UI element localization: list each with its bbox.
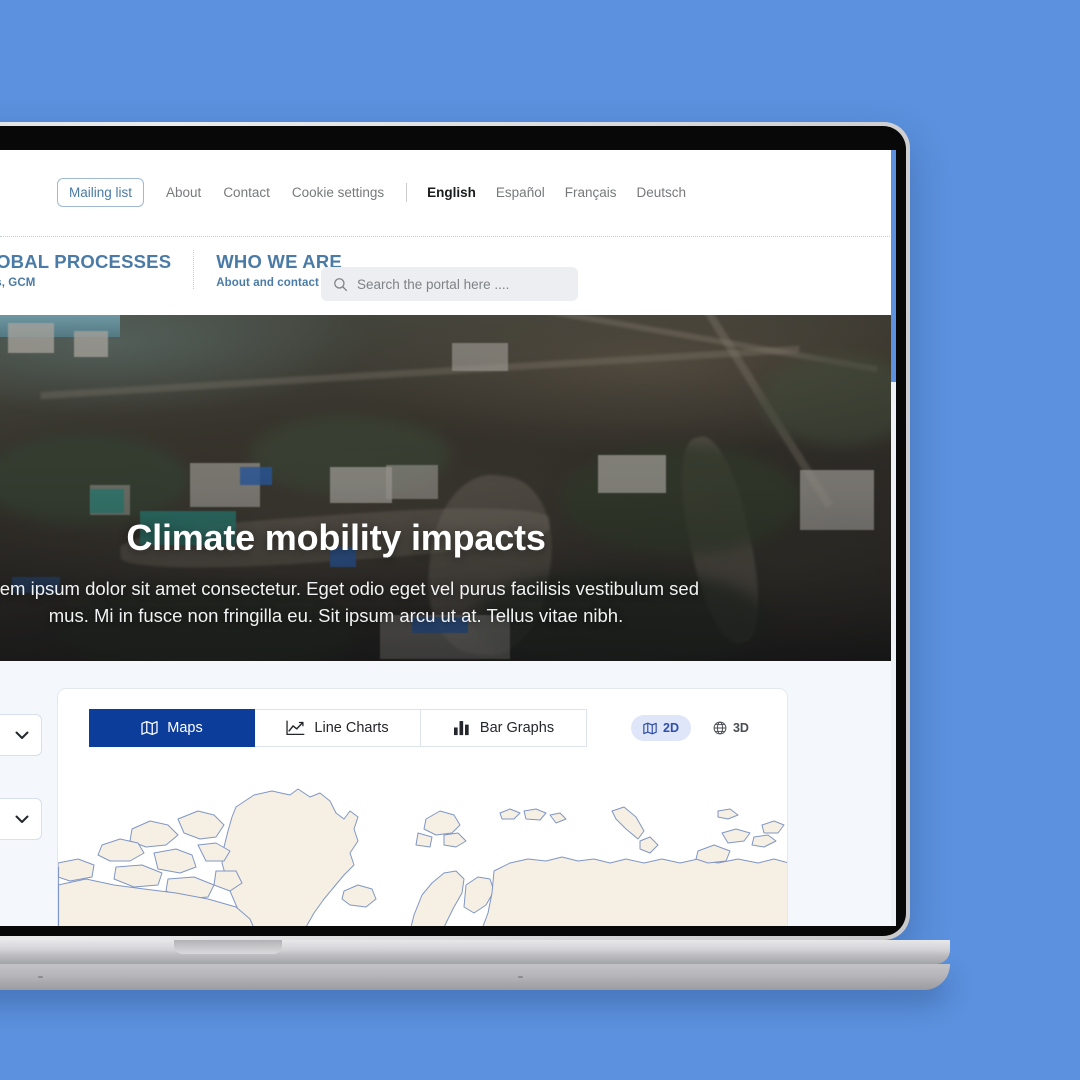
search-icon — [334, 277, 348, 291]
tab-label: Bar Graphs — [479, 720, 555, 736]
laptop-base-lip — [0, 964, 950, 990]
toggle-3d[interactable]: 3D — [701, 715, 761, 741]
page-scrollbar[interactable] — [891, 150, 896, 926]
line-chart-icon — [286, 720, 305, 736]
nav-subtitle: SDGs, GCM — [0, 277, 36, 290]
utility-link-cookie-settings[interactable]: Cookie settings — [292, 185, 384, 200]
utility-nav: Mailing list About Contact Cookie settin… — [57, 178, 686, 207]
scrollbar-thumb[interactable] — [891, 150, 896, 382]
chevron-down-icon — [15, 731, 29, 739]
world-map-svg — [58, 788, 787, 926]
hero-banner: Climate mobility impacts Lorem ipsum dol… — [0, 315, 896, 661]
browser-viewport: PORTAL Mailing list About Contact Cookie… — [0, 150, 896, 926]
base-foot-dot — [38, 976, 43, 978]
panel-header: Maps Line Charts Bar Graphs 2D 3D — [58, 689, 787, 747]
map-icon — [643, 722, 657, 734]
mailing-list-button[interactable]: Mailing list — [57, 178, 145, 207]
globe-icon — [713, 721, 727, 735]
filter-panel — [0, 714, 42, 882]
filter-dropdown-2[interactable] — [0, 798, 42, 840]
toggle-2d[interactable]: 2D — [631, 715, 691, 741]
tab-bar-graphs[interactable]: Bar Graphs — [421, 709, 587, 747]
language-espanol[interactable]: Español — [496, 185, 545, 200]
tab-label: Maps — [167, 720, 203, 736]
map-icon — [141, 720, 158, 736]
hero-title: Climate mobility impacts — [126, 517, 546, 559]
chevron-down-icon — [15, 815, 29, 823]
base-foot-dot — [518, 976, 523, 978]
search-input[interactable]: Search the portal here .... — [321, 267, 578, 301]
nav-item-global-processes[interactable]: GLOBAL PROCESSES SDGs, GCM — [0, 250, 195, 290]
world-map[interactable] — [58, 767, 787, 926]
view-dimension-toggle: 2D 3D — [631, 715, 761, 741]
bar-chart-icon — [453, 721, 469, 736]
toggle-label: 3D — [732, 721, 749, 735]
laptop-base — [0, 940, 950, 964]
nav-title: GLOBAL PROCESSES — [0, 251, 172, 272]
search-placeholder: Search the portal here .... — [357, 276, 510, 292]
filter-dropdown-1[interactable] — [0, 714, 42, 756]
tab-label: Line Charts — [314, 720, 389, 736]
tab-maps[interactable]: Maps — [89, 709, 255, 747]
tab-line-charts[interactable]: Line Charts — [255, 709, 421, 747]
main-nav-items: RESOURCES Guidance materials GLOBAL PROC… — [0, 250, 364, 290]
nav-divider — [406, 183, 408, 202]
content-area: Maps Line Charts Bar Graphs 2D 3D — [0, 661, 896, 926]
language-deutsch[interactable]: Deutsch — [636, 185, 686, 200]
visualization-tabs: Maps Line Charts Bar Graphs — [89, 709, 587, 747]
hero-subtitle: Lorem ipsum dolor sit amet consectetur. … — [0, 578, 699, 626]
hero-copy: Climate mobility impacts Lorem ipsum dol… — [0, 517, 888, 629]
toggle-label: 2D — [663, 721, 679, 735]
language-english[interactable]: English — [427, 185, 476, 200]
utility-link-contact[interactable]: Contact — [223, 185, 270, 200]
utility-bar: PORTAL Mailing list About Contact Cookie… — [0, 150, 896, 236]
laptop-base-notch — [174, 940, 282, 954]
website: PORTAL Mailing list About Contact Cookie… — [0, 150, 896, 926]
laptop-mockup: PORTAL Mailing list About Contact Cookie… — [0, 122, 950, 990]
utility-link-about[interactable]: About — [166, 185, 201, 200]
main-navigation: RESOURCES Guidance materials GLOBAL PROC… — [0, 236, 896, 315]
language-francais[interactable]: Français — [565, 185, 617, 200]
visualization-panel: Maps Line Charts Bar Graphs 2D 3D — [57, 688, 788, 926]
